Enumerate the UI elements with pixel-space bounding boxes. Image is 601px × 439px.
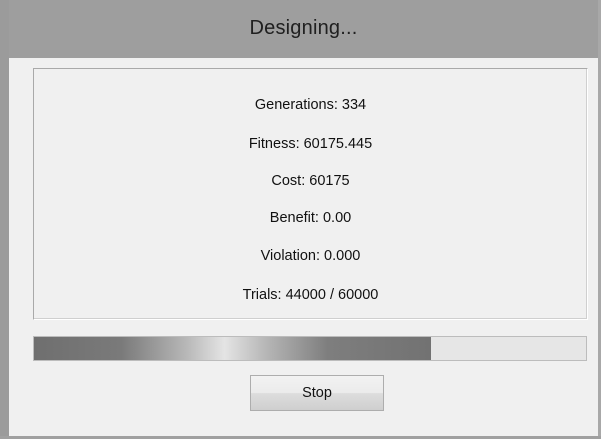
generations-label: Generations: 334 [254,97,367,113]
stats-panel: Generations: 334 Fitness: 60175.445 Cost… [33,68,588,320]
trials-label: Trials: 44000 / 60000 [242,287,379,303]
designing-dialog: Designing... Generations: 334 Fitness: 6… [0,0,601,439]
window-title: Designing... [249,16,358,39]
progress-fill [34,337,432,360]
progress-bar [33,336,587,361]
stop-button[interactable]: Stop [250,375,384,411]
title-bar[interactable]: Designing... [9,0,598,58]
cost-label: Cost: 60175 [271,173,350,189]
dialog-body: Generations: 334 Fitness: 60175.445 Cost… [9,58,598,436]
window-frame-left [0,0,9,439]
violation-label: Violation: 0.000 [260,248,361,264]
benefit-label: Benefit: 0.00 [269,210,352,226]
fitness-label: Fitness: 60175.445 [248,136,373,152]
